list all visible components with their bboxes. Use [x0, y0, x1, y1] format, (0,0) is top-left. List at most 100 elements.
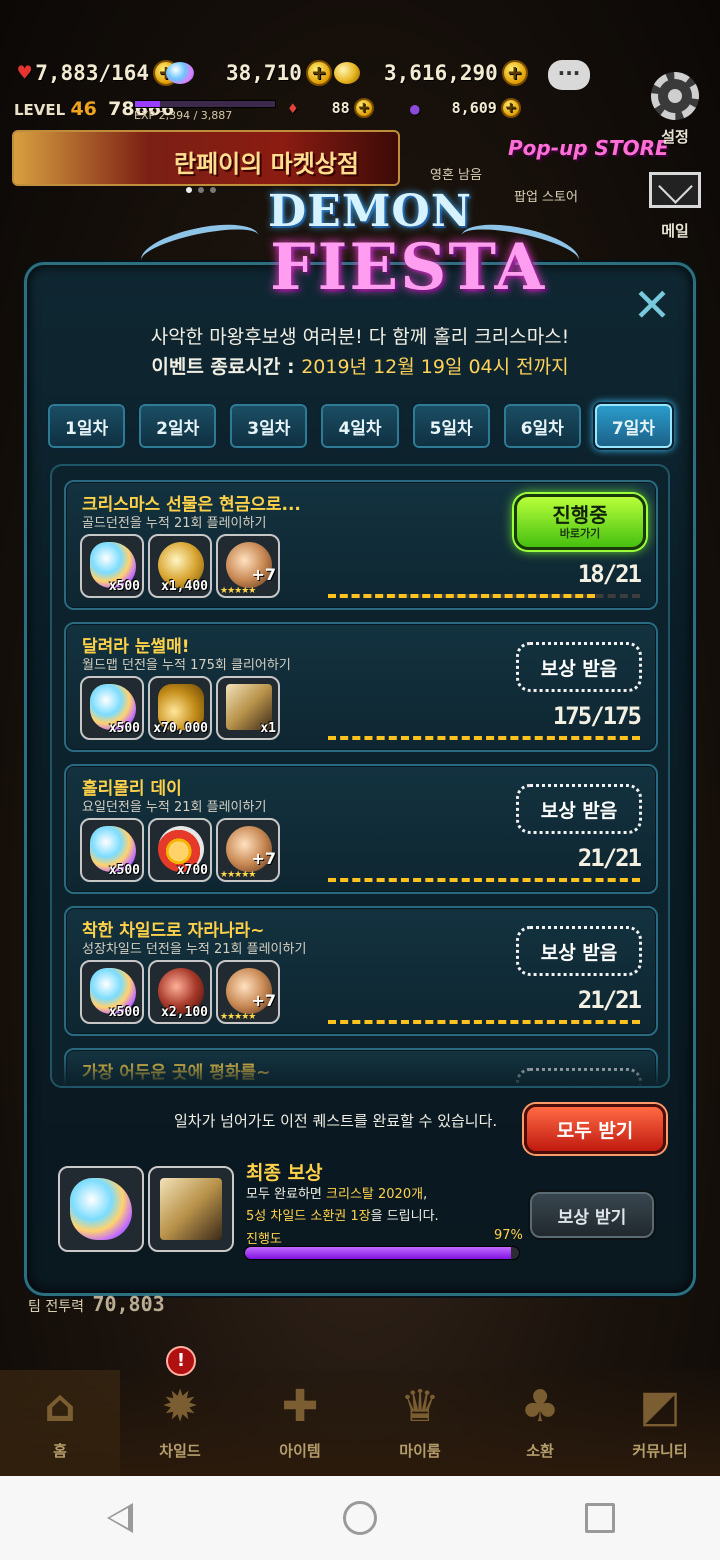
reward-item[interactable]: +7 ★★★★★	[216, 818, 280, 882]
reward-amount: x700	[176, 863, 208, 878]
home-button[interactable]	[330, 1488, 390, 1548]
nav-item[interactable]: ✚ 아이템	[240, 1370, 360, 1476]
tab-day-3[interactable]: 3일차	[228, 402, 310, 450]
reward-item[interactable]: x500	[80, 960, 144, 1024]
game-screen: ♥ 7,883/164 + 38,710 + 3,616,290 + ··· L…	[0, 0, 720, 1560]
quest-progress-count: 21/21	[577, 844, 642, 872]
reward-item[interactable]: x500	[80, 676, 144, 740]
nav-myroom[interactable]: ♛ 마이룸	[360, 1370, 480, 1476]
tab-day-4[interactable]: 4일차	[319, 402, 401, 450]
recents-icon	[585, 1503, 615, 1533]
list-fade	[52, 1056, 668, 1086]
nav-label: 홈	[53, 1442, 67, 1460]
quest-rewards: x500 x700 +7 ★★★★★	[80, 818, 280, 882]
item-icon: ✚	[281, 1380, 319, 1432]
gems-value: 38,710	[226, 61, 302, 85]
quest-progress-count: 175/175	[552, 702, 642, 730]
quest-description: 골드던전을 누적 21회 플레이하기	[82, 516, 267, 531]
reward-item[interactable]: +7 ★★★★★	[216, 960, 280, 1024]
banner-text: 란페이의 마켓상점	[174, 150, 359, 178]
progress-label: 진행도	[246, 1232, 282, 1247]
tab-day-6[interactable]: 6일차	[501, 402, 583, 450]
desc-text: 을 드립니다.	[370, 1209, 439, 1224]
reward-stars: ★★★★★	[220, 586, 256, 596]
final-reward-ticket[interactable]	[148, 1166, 234, 1252]
tab-day-2[interactable]: 2일차	[137, 402, 219, 450]
quest-progress-bar	[328, 594, 640, 598]
final-reward-desc: 모두 완료하면 크리스탈 2020개, 5성 차일드 소환권 1장을 드립니다.	[246, 1184, 439, 1228]
soul-resource: ● 8,609 +	[410, 98, 521, 118]
reward-amount: x1	[260, 721, 276, 736]
gems-resource: 38,710 +	[166, 60, 332, 86]
soul-icon: ●	[410, 98, 420, 118]
add-stamina-button[interactable]: +	[353, 98, 374, 118]
day-tabs: 1일차 2일차 3일차 4일차 5일차 6일차 7일차	[46, 402, 674, 450]
reward-item[interactable]: x1,400	[148, 534, 212, 598]
quest-progress-bar	[328, 1020, 640, 1024]
reward-item[interactable]: +7 ★★★★★	[216, 534, 280, 598]
back-button[interactable]	[90, 1488, 150, 1548]
event-end-time: 이벤트 종료시간 : 2019년 12월 19일 04시 전까지	[0, 352, 720, 379]
hearts-resource: ♥ 7,883/164 +	[18, 60, 180, 86]
team-power-value: 70,803	[92, 1292, 165, 1316]
crystal-icon	[70, 1178, 132, 1240]
mail-button[interactable]: 메일	[644, 164, 706, 241]
reward-amount: x1,400	[161, 579, 208, 594]
reward-amount: +7	[251, 991, 276, 1010]
nav-home[interactable]: ⌂ 홈	[0, 1370, 120, 1476]
nav-summon[interactable]: ♣ 소환	[480, 1370, 600, 1476]
quest-rewards: x500 x2,100 +7 ★★★★★	[80, 960, 280, 1024]
tab-day-7[interactable]: 7일차	[592, 402, 674, 450]
reward-item[interactable]: x1	[216, 676, 280, 740]
myroom-icon: ♛	[400, 1380, 440, 1432]
quest-claimed-button[interactable]: 보상 받음	[516, 642, 642, 692]
quest-list[interactable]: 크리스마스 선물은 현금으로... 골드던전을 누적 21회 플레이하기 x500 x…	[50, 464, 670, 1088]
reward-stars: ★★★★★	[220, 870, 256, 880]
nav-child[interactable]: ✹! 차일드	[120, 1346, 240, 1476]
quest-claimed-button[interactable]: 보상 받음	[516, 926, 642, 976]
flame-icon: ♦	[288, 98, 298, 118]
button-sublabel: 바로가기	[559, 527, 601, 540]
reward-stars: ★★★★★	[220, 1012, 256, 1022]
final-reward-crystal[interactable]	[58, 1166, 144, 1252]
gold-resource: 3,616,290 +	[334, 60, 528, 86]
final-reward-title: 최종 보상	[246, 1162, 323, 1184]
desc-text: ,	[423, 1187, 428, 1202]
quest-go-button[interactable]: 진행중 바로가기	[514, 494, 646, 550]
tab-day-5[interactable]: 5일차	[410, 402, 492, 450]
reward-amount: +7	[251, 565, 276, 584]
home-icon: ⌂	[44, 1380, 76, 1432]
recents-button[interactable]	[570, 1488, 630, 1548]
close-button[interactable]: ✕	[632, 282, 672, 328]
quest-progress-fill	[328, 736, 640, 740]
event-subtitle: 사악한 마왕후보생 여러분! 다 함께 홀리 크리스마스!	[150, 326, 570, 348]
reward-item[interactable]: x500	[80, 818, 144, 882]
add-soul-button[interactable]: +	[500, 98, 521, 118]
mail-icon	[649, 172, 701, 208]
system-navigation-bar	[0, 1476, 720, 1560]
reward-amount: x500	[108, 863, 140, 878]
summon-ticket-icon	[160, 1178, 222, 1240]
reward-item[interactable]: x70,000	[148, 676, 212, 740]
chat-icon[interactable]: ···	[548, 60, 590, 90]
nav-label: 아이템	[279, 1442, 321, 1460]
claim-all-button[interactable]: 모두 받기	[524, 1104, 666, 1154]
reward-item[interactable]: x500	[80, 534, 144, 598]
reward-item[interactable]: x2,100	[148, 960, 212, 1024]
nav-community[interactable]: ◩ 커뮤니티	[600, 1370, 720, 1476]
reward-item[interactable]: x700	[148, 818, 212, 882]
quest-claimed-button[interactable]: 보상 받음	[516, 784, 642, 834]
settings-button[interactable]: 설정	[644, 70, 706, 147]
add-gems-button[interactable]: +	[305, 60, 332, 86]
demon-fiesta-logo: DEMON FIESTA	[137, 180, 583, 320]
shop-banner[interactable]: 란페이의 마켓상점	[12, 130, 400, 186]
bottom-navigation: ⌂ 홈 ✹! 차일드 ✚ 아이템 ♛ 마이룸 ♣ 소환 ◩ 커뮤니티	[0, 1346, 720, 1476]
final-progress-fill	[245, 1247, 511, 1259]
add-gold-button[interactable]: +	[501, 60, 528, 86]
quest-progress-count: 18/21	[577, 560, 642, 588]
heart-icon: ♥	[18, 60, 32, 86]
gold-value: 3,616,290	[384, 61, 498, 85]
hearts-value: 7,883/164	[35, 61, 150, 85]
tab-day-1[interactable]: 1일차	[46, 402, 128, 450]
claim-final-reward-button[interactable]: 보상 받기	[528, 1190, 656, 1240]
